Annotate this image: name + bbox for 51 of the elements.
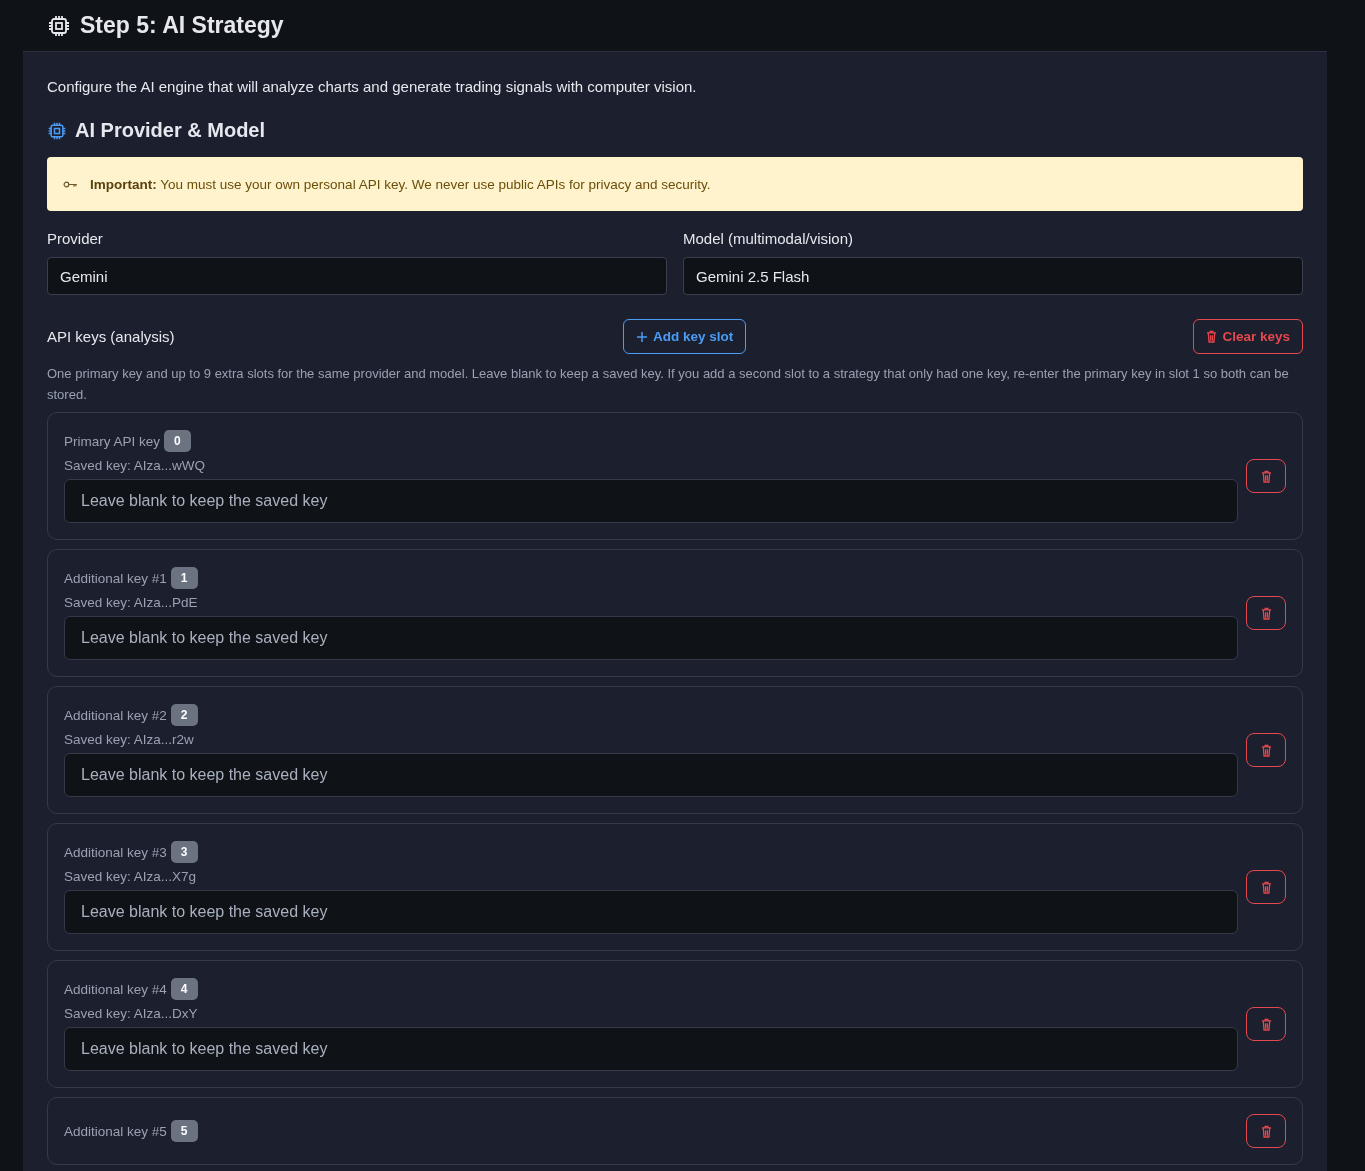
api-key-input[interactable]: Leave blank to keep the saved key xyxy=(64,1027,1238,1071)
chip-icon xyxy=(47,13,71,38)
help-text: One primary key and up to 9 extra slots for the same provider and model. Leave blank to keep a saved key. If you add a second slot to a strategy that only had one key, re-enter the primary key in slot 1 so both can be stored. xyxy=(47,365,1290,404)
select-field[interactable]: Gemini xyxy=(47,257,667,295)
trash-icon xyxy=(1260,1124,1272,1138)
trash-icon xyxy=(1260,469,1272,483)
trash-icon xyxy=(1206,330,1218,343)
clear-keys-button[interactable]: Clear keys xyxy=(1193,319,1303,354)
saved-key-text: Saved key: AIza...wWQ xyxy=(64,458,207,473)
slot-number: 5 xyxy=(170,1120,198,1142)
page-title: Step 5: AI Strategy xyxy=(80,12,284,39)
api-key-input[interactable]: Leave blank to keep the saved key xyxy=(64,890,1238,934)
trash-icon xyxy=(1260,1017,1272,1031)
trash-icon xyxy=(1260,606,1272,620)
key-icon xyxy=(63,179,78,189)
delete-slot-button[interactable] xyxy=(1246,1114,1286,1148)
saved-key-text: Saved key: AIza...X7g xyxy=(64,869,198,884)
delete-slot-button[interactable] xyxy=(1246,870,1286,904)
slot-number: 2 xyxy=(170,704,198,726)
plus-icon xyxy=(636,330,648,343)
intro-text: Configure the AI engine that will analyze charts and generate trading signals with computer vision. xyxy=(47,78,698,95)
api-key-input[interactable]: Leave blank to keep the saved key xyxy=(64,479,1238,523)
field-label: Provider xyxy=(47,230,104,247)
slot-number: 0 xyxy=(164,430,191,452)
select-field[interactable]: Gemini 2.5 Flash xyxy=(683,257,1303,295)
api-key-input[interactable]: Leave blank to keep the saved key xyxy=(64,616,1238,660)
slot-label: Additional key #2 xyxy=(64,707,167,723)
slot-number: 1 xyxy=(170,567,198,589)
slot-number: 3 xyxy=(170,841,198,863)
saved-key-text: Saved key: AIza...r2w xyxy=(64,732,195,747)
saved-key-text: Saved key: AIza...PdE xyxy=(64,595,199,610)
delete-slot-button[interactable] xyxy=(1246,733,1286,767)
trash-icon xyxy=(1260,880,1272,894)
trash-icon xyxy=(1260,743,1272,757)
slot-label: Additional key #5 xyxy=(64,1123,167,1139)
saved-key-text: Saved key: AIza...DxY xyxy=(64,1006,199,1021)
api-key-input[interactable]: Leave blank to keep the saved key xyxy=(64,753,1238,797)
api-keys-label: API keys (analysis) xyxy=(47,328,176,345)
field-label: Model (multimodal/vision) xyxy=(683,230,855,247)
slot-label: Additional key #4 xyxy=(64,981,167,997)
add-key-slot-button[interactable]: Add key slot xyxy=(623,319,747,354)
section-title: AI Provider & Model xyxy=(75,119,266,142)
slot-number: 4 xyxy=(170,978,198,1000)
delete-slot-button[interactable] xyxy=(1246,596,1286,630)
notice-text: Important: You must use your own personal API key. We never use public APIs for privacy and security. xyxy=(90,176,711,192)
slot-label: Additional key #1 xyxy=(64,570,167,586)
delete-slot-button[interactable] xyxy=(1246,1007,1286,1041)
delete-slot-button[interactable] xyxy=(1246,459,1286,493)
slot-label: Primary API key xyxy=(64,433,161,449)
chip-icon xyxy=(47,120,67,141)
slot-label: Additional key #3 xyxy=(64,844,167,860)
